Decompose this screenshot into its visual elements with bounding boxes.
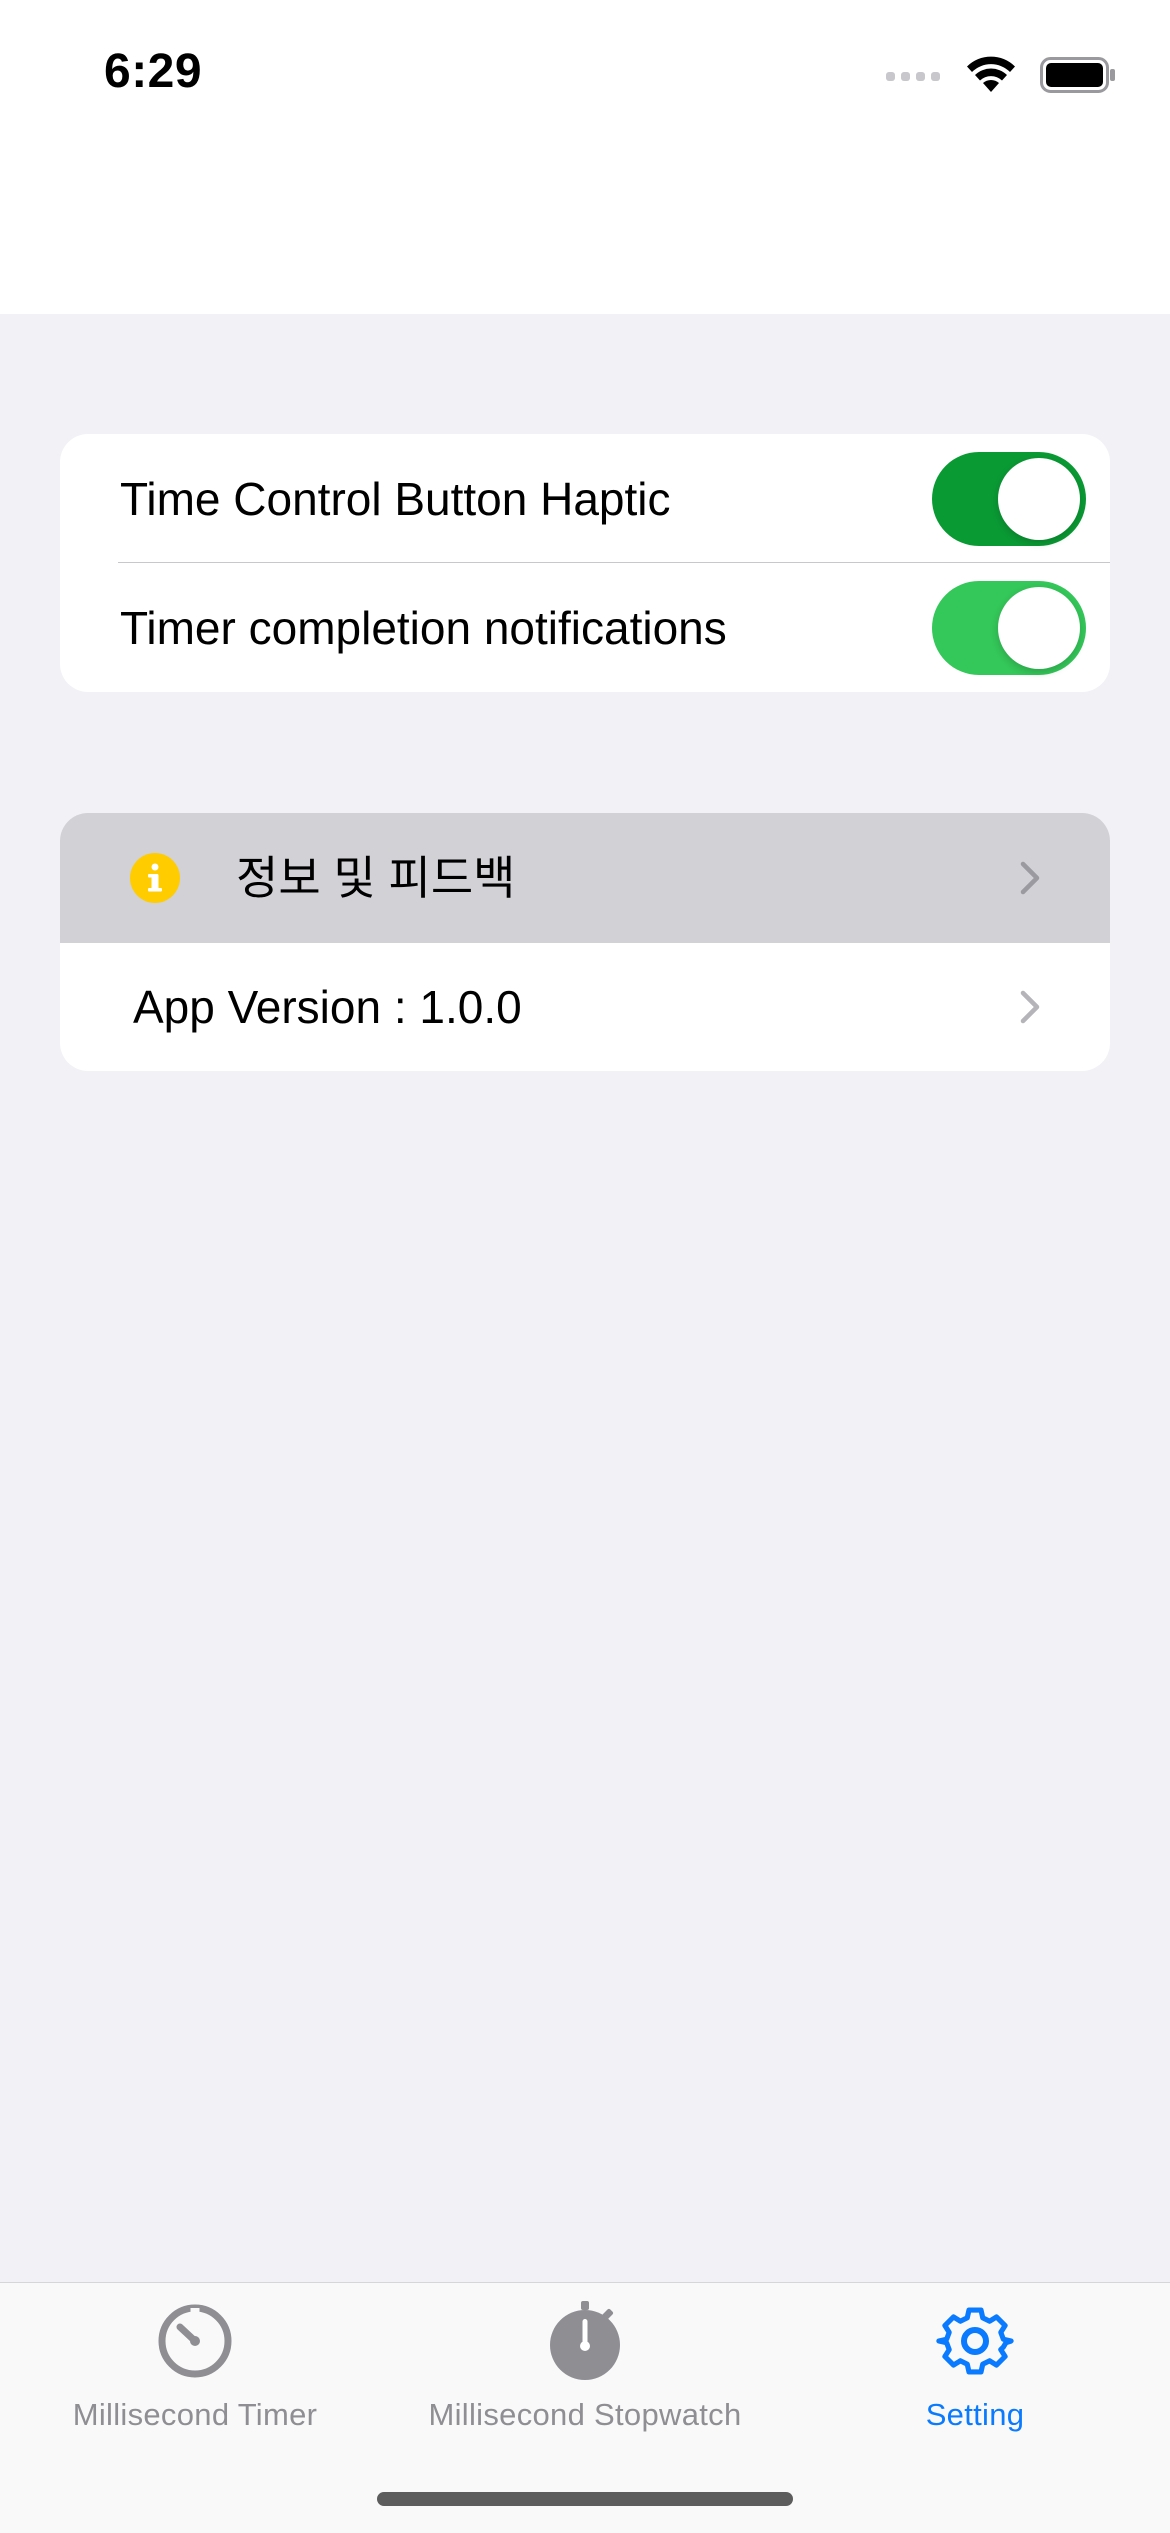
gear-icon [936,2307,1014,2375]
haptic-setting-row: Time Control Button Haptic [60,434,1110,563]
stopwatch-icon [550,2301,620,2380]
wifi-icon [967,56,1015,92]
haptic-toggle-switch[interactable] [932,451,1086,546]
info-feedback-row[interactable]: 정보 및 피드백 [60,813,1110,943]
notifications-toggle-switch[interactable] [932,580,1086,675]
app-version-label: App Version : 1.0.0 [133,981,522,1033]
tab-label: Setting [925,2397,1025,2432]
status-icons [886,50,1116,100]
tab-millisecond-timer[interactable]: Millisecond Timer [0,2297,390,2457]
home-indicator [377,2492,793,2506]
timer-icon [158,2304,232,2378]
toggle-settings-group: Time Control Button Haptic Timer complet… [60,434,1110,692]
battery-icon [1040,57,1115,93]
tab-setting[interactable]: Setting [780,2297,1170,2457]
haptic-setting-label: Time Control Button Haptic [120,472,671,525]
toggle-knob [998,457,1080,540]
status-time: 6:29 [104,45,203,98]
tab-millisecond-stopwatch[interactable]: Millisecond Stopwatch [390,2297,780,2457]
info-feedback-label: 정보 및 피드백 [236,852,516,904]
tab-label: Millisecond Stopwatch [428,2397,742,2432]
chevron-right-icon [1020,990,1040,1024]
notifications-setting-label: Timer completion notifications [120,601,727,654]
navigation-bar [0,150,1170,314]
info-settings-group: 정보 및 피드백 App Version : 1.0.0 [60,813,1110,1071]
info-circle-icon [130,853,180,903]
chevron-right-icon [1020,861,1040,895]
status-bar: 6:29 [0,0,1170,150]
tab-label: Millisecond Timer [72,2397,318,2432]
toggle-knob [998,586,1080,669]
app-version-row[interactable]: App Version : 1.0.0 [60,943,1110,1071]
cellular-signal-icon [886,72,940,81]
notifications-setting-row: Timer completion notifications [60,563,1110,692]
